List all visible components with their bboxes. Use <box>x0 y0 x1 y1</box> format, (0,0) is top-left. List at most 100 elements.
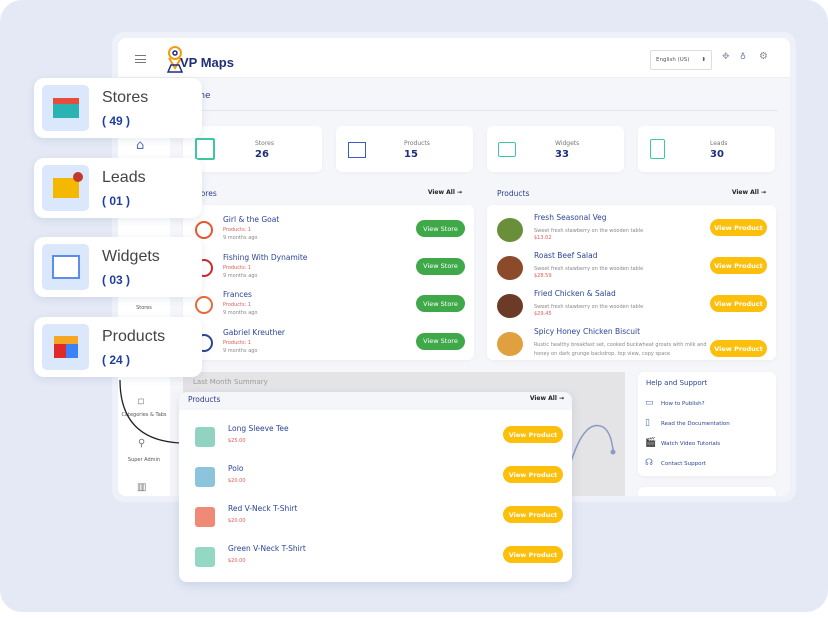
store-time: 9 months ago <box>223 235 258 241</box>
view-store-button[interactable]: View Store <box>416 295 465 312</box>
store-icon <box>195 138 215 160</box>
view-product-button[interactable]: View Product <box>710 340 767 357</box>
view-store-button[interactable]: View Store <box>416 220 465 237</box>
product-image <box>497 294 523 318</box>
product-row: Spicy Honey Chicken Biscuit Rustic healt… <box>487 327 776 360</box>
store-name[interactable]: Frances <box>223 290 252 299</box>
shirt-image <box>195 427 215 447</box>
product-price: $25.00 <box>228 438 246 444</box>
chart-icon[interactable]: ▥ <box>137 482 146 493</box>
floating-card-count: ( 49 ) <box>102 114 131 128</box>
view-product-button[interactable]: View Product <box>503 466 563 483</box>
connector-curve <box>119 379 181 444</box>
store-time: 9 months ago <box>223 272 258 279</box>
product-image <box>497 332 523 356</box>
floating-card-title: Leads <box>102 169 146 186</box>
help-item[interactable]: ☊ Contact Support <box>645 458 770 472</box>
product-row: Fried Chicken & Salad Sweet fresh stawbe… <box>487 289 776 325</box>
product-name[interactable]: Polo <box>228 464 244 473</box>
view-all-link[interactable]: View All → <box>732 189 766 196</box>
shirt-image <box>195 467 215 487</box>
product-price: $20.00 <box>228 518 246 524</box>
menu-icon[interactable] <box>135 55 146 63</box>
logo-text: VP Maps <box>180 55 234 70</box>
divider <box>182 110 778 111</box>
stat-label: Leads <box>710 140 728 147</box>
view-store-button[interactable]: View Store <box>416 332 465 350</box>
help-item[interactable]: 🎬 Watch Video Tutorials <box>645 438 770 452</box>
store-products: Products: 1 <box>223 339 252 346</box>
view-all-link[interactable]: View All → <box>530 395 564 402</box>
product-price: $29.45 <box>534 311 552 317</box>
product-name[interactable]: Long Sleeve Tee <box>228 424 289 433</box>
store-name[interactable]: Gabriel Kreuther <box>223 328 285 337</box>
products-list: Fresh Seasonal Veg Sweet fresh stawberry… <box>487 205 776 360</box>
summary-chart-line <box>567 424 616 472</box>
stat-card-stores[interactable]: Stores 26 <box>183 126 322 172</box>
home-icon[interactable]: ⌂ <box>136 138 144 153</box>
product-name[interactable]: Fried Chicken & Salad <box>534 289 616 298</box>
product-row: Roast Beef Salad Sweet fresh stawberry o… <box>487 251 776 287</box>
clapper-icon: 🎬 <box>645 438 657 448</box>
store-row: Fishing With Dynamite Products: 1 9 mont… <box>183 253 474 289</box>
help-item[interactable]: ▯ Read the Documentation <box>645 418 770 432</box>
sidebar-item-super-admin[interactable]: Super Admin <box>118 457 170 463</box>
view-product-button[interactable]: View Product <box>710 257 767 274</box>
stat-card-widgets[interactable]: Widgets 33 <box>487 126 624 172</box>
products-panel: Products View All → Fresh Seasonal Veg S… <box>487 184 776 360</box>
language-value: English (US) <box>656 57 690 63</box>
floating-card-stores[interactable]: Stores ( 49 ) <box>34 78 202 138</box>
store-products: Products: 1 <box>223 264 252 271</box>
box-icon <box>348 142 366 158</box>
help-item-label: How to Publish? <box>661 401 705 407</box>
stat-label: Products <box>404 140 430 147</box>
top-header: VP Maps English (US) ⬍ ✥ ♁ ⚙ <box>118 38 790 78</box>
view-store-button[interactable]: View Store <box>416 257 465 275</box>
floating-card-count: ( 03 ) <box>102 273 131 287</box>
view-product-button[interactable]: View Product <box>710 295 767 312</box>
floating-card-count: ( 24 ) <box>102 353 131 367</box>
browser-icon: ▭ <box>645 398 654 408</box>
stat-card-products[interactable]: Products 15 <box>336 126 473 172</box>
product-name[interactable]: Spicy Honey Chicken Biscuit <box>534 327 640 336</box>
floating-card-widgets[interactable]: Widgets ( 03 ) <box>34 237 202 297</box>
product-name[interactable]: Fresh Seasonal Veg <box>534 213 607 222</box>
widget-icon <box>498 142 516 157</box>
language-select[interactable]: English (US) ⬍ <box>650 50 712 70</box>
product-name[interactable]: Red V-Neck T-Shirt <box>228 504 297 513</box>
headset-icon: ☊ <box>645 458 653 468</box>
floating-card-title: Products <box>102 328 166 345</box>
product-row: Long Sleeve Tee $25.00 View Product <box>179 424 572 458</box>
store-name[interactable]: Fishing With Dynamite <box>223 253 307 262</box>
cubes-icon <box>42 324 89 370</box>
floating-card-products[interactable]: Products ( 24 ) <box>34 317 202 377</box>
view-product-button[interactable]: View Product <box>503 426 563 443</box>
panel-title: Products <box>497 189 530 198</box>
view-product-button[interactable]: View Product <box>710 219 767 236</box>
bulb-icon[interactable]: ♁ <box>740 52 746 61</box>
widget-grid-icon <box>42 244 89 290</box>
floating-card-leads[interactable]: Leads ( 01 ) <box>34 158 202 218</box>
view-all-link[interactable]: View All → <box>428 189 462 196</box>
settings-icon[interactable]: ⚙ <box>759 51 768 62</box>
product-price: $20.00 <box>228 478 246 484</box>
move-icon[interactable]: ✥ <box>722 52 730 62</box>
mail-notification-icon <box>42 165 89 211</box>
sidebar-item-stores[interactable]: Stores <box>118 305 170 311</box>
product-name[interactable]: Roast Beef Salad <box>534 251 598 260</box>
product-row: Red V-Neck T-Shirt $20.00 View Product <box>179 504 572 538</box>
product-price: $20.00 <box>228 558 246 564</box>
view-product-button[interactable]: View Product <box>503 506 563 523</box>
stat-card-leads[interactable]: Leads 30 <box>638 126 775 172</box>
floating-products-list: Long Sleeve Tee $25.00 View Product Polo… <box>179 410 572 582</box>
product-price: $28.59 <box>534 273 552 279</box>
stores-list: Girl & the Goat Products: 1 9 months ago… <box>183 205 474 360</box>
store-row: Frances Products: 1 9 months ago View St… <box>183 290 474 326</box>
product-description: Rustic healthy breakfast set, cooked buc… <box>534 342 707 357</box>
help-item[interactable]: ▭ How to Publish? <box>645 398 770 412</box>
product-row: Green V-Neck T-Shirt $20.00 View Product <box>179 544 572 578</box>
product-name[interactable]: Green V-Neck T-Shirt <box>228 544 306 553</box>
product-row: Fresh Seasonal Veg Sweet fresh stawberry… <box>487 213 776 249</box>
view-product-button[interactable]: View Product <box>503 546 563 563</box>
store-name[interactable]: Girl & the Goat <box>223 215 279 224</box>
